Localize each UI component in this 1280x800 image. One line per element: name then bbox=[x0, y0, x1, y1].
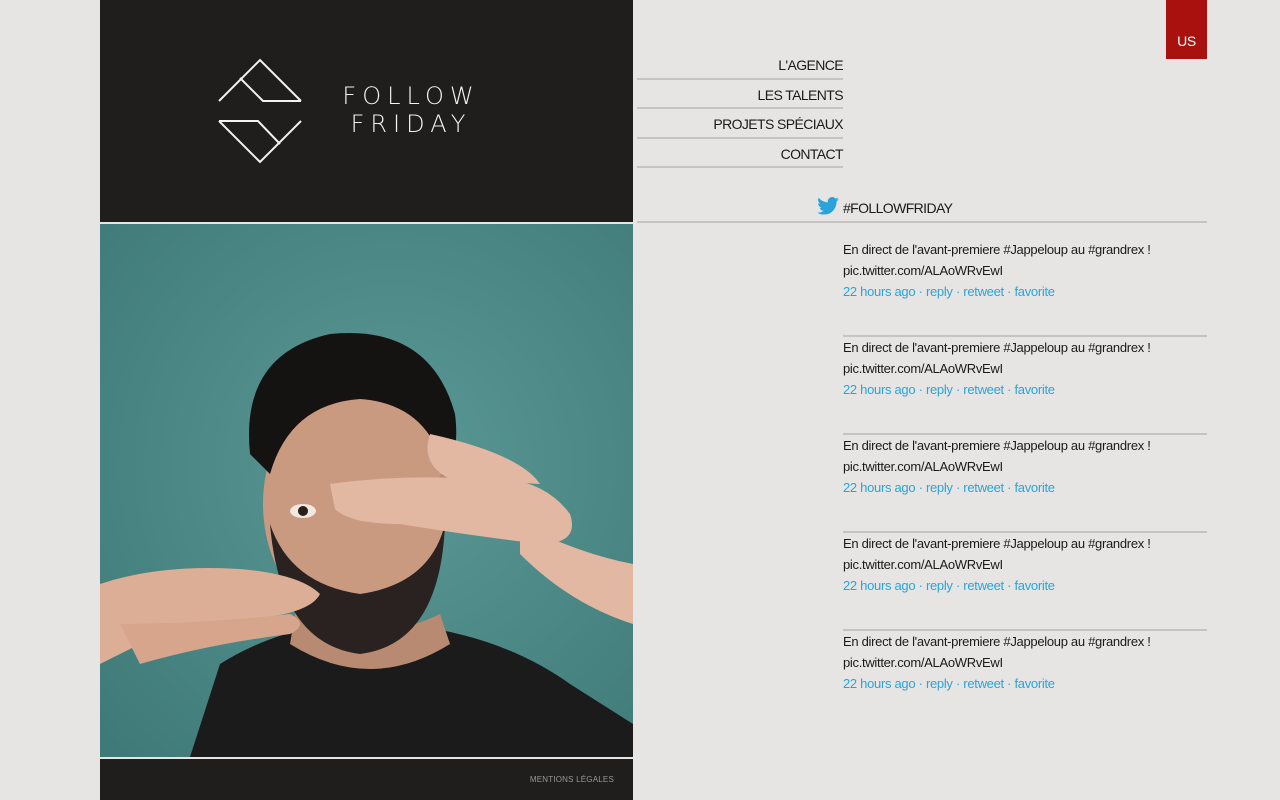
follow-friday-logo-icon bbox=[218, 58, 302, 164]
nav-item-projets-speciaux[interactable]: PROJETS SPÉCIAUX bbox=[637, 109, 844, 139]
tweet-reply-link[interactable]: reply bbox=[926, 578, 953, 593]
tweet-favorite-link[interactable]: favorite bbox=[1014, 382, 1055, 397]
left-column: FOLLOW FRIDAY MENTIONS LÉGALES bbox=[100, 0, 633, 800]
tweet-item: En direct de l'avant-premiere #Jappeloup… bbox=[843, 435, 1207, 533]
tweet-link[interactable]: pic.twitter.com/ALAoWRvEwI bbox=[843, 358, 1207, 379]
tweet-text: En direct de l'avant-premiere #Jappeloup… bbox=[843, 340, 1151, 355]
tweet-reply-link[interactable]: reply bbox=[926, 284, 953, 299]
tweet-link[interactable]: pic.twitter.com/ALAoWRvEwI bbox=[843, 652, 1207, 673]
tweet-timestamp-link[interactable]: 22 hours ago bbox=[843, 284, 916, 299]
tweet-favorite-link[interactable]: favorite bbox=[1014, 578, 1055, 593]
tweet-reply-link[interactable]: reply bbox=[926, 480, 953, 495]
nav-item-agence[interactable]: L'AGENCE bbox=[637, 50, 844, 80]
tweet-favorite-link[interactable]: favorite bbox=[1014, 480, 1055, 495]
tweet-actions: 22 hours ago · reply · retweet · favorit… bbox=[843, 676, 1055, 691]
tweet-timestamp-link[interactable]: 22 hours ago bbox=[843, 578, 916, 593]
tweet-reply-link[interactable]: reply bbox=[926, 676, 953, 691]
tweet-actions: 22 hours ago · reply · retweet · favorit… bbox=[843, 382, 1055, 397]
main-navigation: L'AGENCE LES TALENTS PROJETS SPÉCIAUX CO… bbox=[637, 50, 844, 168]
tweet-text: En direct de l'avant-premiere #Jappeloup… bbox=[843, 634, 1151, 649]
tweet-actions: 22 hours ago · reply · retweet · favorit… bbox=[843, 284, 1055, 299]
tweet-link[interactable]: pic.twitter.com/ALAoWRvEwI bbox=[843, 554, 1207, 575]
tweet-timestamp-link[interactable]: 22 hours ago bbox=[843, 676, 916, 691]
tweet-actions: 22 hours ago · reply · retweet · favorit… bbox=[843, 480, 1055, 495]
tweet-link[interactable]: pic.twitter.com/ALAoWRvEwI bbox=[843, 260, 1207, 281]
tweet-reply-link[interactable]: reply bbox=[926, 382, 953, 397]
tweet-item: En direct de l'avant-premiere #Jappeloup… bbox=[843, 239, 1207, 337]
brand-line-1: FOLLOW bbox=[342, 82, 480, 110]
twitter-bird-icon[interactable] bbox=[817, 197, 839, 215]
tweet-retweet-link[interactable]: retweet bbox=[963, 284, 1004, 299]
portrait-image bbox=[100, 224, 633, 757]
tweet-item: En direct de l'avant-premiere #Jappeloup… bbox=[843, 631, 1207, 729]
nav-item-contact[interactable]: CONTACT bbox=[637, 139, 844, 168]
footer-bar: MENTIONS LÉGALES bbox=[100, 759, 633, 800]
tweet-text: En direct de l'avant-premiere #Jappeloup… bbox=[843, 536, 1151, 551]
tweet-item: En direct de l'avant-premiere #Jappeloup… bbox=[843, 337, 1207, 435]
brand-line-2: FRIDAY bbox=[350, 110, 472, 138]
tweet-item: En direct de l'avant-premiere #Jappeloup… bbox=[843, 533, 1207, 631]
tweet-timestamp-link[interactable]: 22 hours ago bbox=[843, 480, 916, 495]
twitter-hashtag-title[interactable]: #FOLLOWFRIDAY bbox=[843, 200, 953, 216]
tweet-text: En direct de l'avant-premiere #Jappeloup… bbox=[843, 242, 1151, 257]
tweet-timestamp-link[interactable]: 22 hours ago bbox=[843, 382, 916, 397]
tweet-favorite-link[interactable]: favorite bbox=[1014, 676, 1055, 691]
legal-notice-link[interactable]: MENTIONS LÉGALES bbox=[530, 775, 614, 784]
twitter-feed-header: #FOLLOWFRIDAY bbox=[637, 195, 1207, 223]
tweet-text: En direct de l'avant-premiere #Jappeloup… bbox=[843, 438, 1151, 453]
tweet-retweet-link[interactable]: retweet bbox=[963, 382, 1004, 397]
tweet-retweet-link[interactable]: retweet bbox=[963, 578, 1004, 593]
brand-wordmark: FOLLOW FRIDAY bbox=[334, 82, 488, 138]
tweet-actions: 22 hours ago · reply · retweet · favorit… bbox=[843, 578, 1055, 593]
tweet-link[interactable]: pic.twitter.com/ALAoWRvEwI bbox=[843, 456, 1207, 477]
tweet-retweet-link[interactable]: retweet bbox=[963, 480, 1004, 495]
tweet-retweet-link[interactable]: retweet bbox=[963, 676, 1004, 691]
nav-item-talents[interactable]: LES TALENTS bbox=[637, 80, 844, 109]
featured-talent-photo bbox=[100, 224, 633, 757]
language-switch-button[interactable]: US bbox=[1166, 0, 1207, 59]
tweet-favorite-link[interactable]: favorite bbox=[1014, 284, 1055, 299]
logo-panel[interactable]: FOLLOW FRIDAY bbox=[100, 0, 633, 222]
tweet-list: En direct de l'avant-premiere #Jappeloup… bbox=[843, 239, 1207, 729]
